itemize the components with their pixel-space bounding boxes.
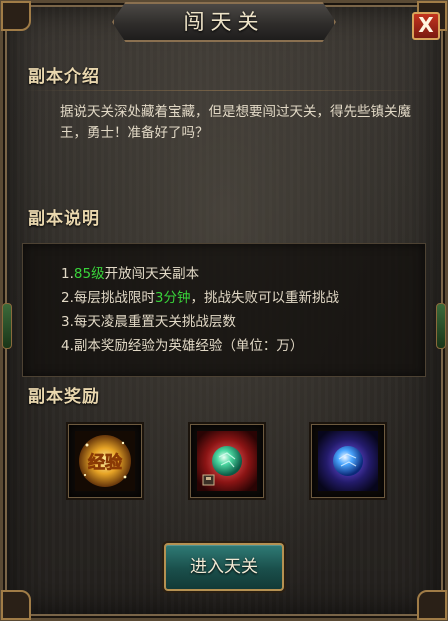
rule-highlight: 3分钟 [154, 290, 191, 306]
rule-text: ，挑战失败可以重新挑战 [190, 290, 339, 306]
rules-heading: 副本说明 [28, 209, 100, 229]
frame-corner [417, 590, 447, 620]
frame-gem [2, 303, 12, 349]
intro-text: 据说天关深处藏着宝藏，但是想要闯过天关，得先些镇关魔王，勇士！准备好了吗？ [60, 104, 411, 141]
frame-gem [436, 303, 446, 349]
frame-corner [1, 1, 31, 31]
green-orb-icon [197, 431, 257, 491]
intro-heading: 副本介绍 [28, 67, 100, 87]
rule-text: 副本奖励经验为英雄经验（单位：万） [73, 338, 304, 354]
reward-slot-exp[interactable]: 经验 [68, 424, 142, 498]
rule-number: 4. [61, 338, 74, 354]
exp-scroll-icon: 经验 [75, 431, 135, 491]
rule-text: 开放闯天关副本 [104, 266, 200, 282]
reward-slot-green-orb[interactable] [190, 424, 264, 498]
divider [20, 90, 428, 91]
window-title: 闯天关 [183, 10, 265, 34]
rule-item: 1.85级开放闯天关副本 [61, 262, 199, 282]
reward-slot-blue-orb[interactable] [311, 424, 385, 498]
rules-box: 1.85级开放闯天关副本 2.每层挑战限时3分钟，挑战失败可以重新挑战 3.每天… [22, 243, 426, 377]
rewards-heading: 副本奖励 [28, 387, 100, 407]
rule-highlight: 85级 [73, 266, 105, 282]
rule-number: 1. [61, 266, 74, 282]
close-button[interactable]: X [412, 12, 440, 40]
rule-number: 2. [61, 290, 74, 306]
enter-dungeon-button[interactable]: 进入天关 [164, 543, 284, 591]
frame-corner [1, 590, 31, 620]
rule-text: 每天凌晨重置天关挑战层数 [73, 314, 236, 330]
rule-item: 4.副本奖励经验为英雄经验（单位：万） [61, 334, 303, 354]
rule-number: 3. [61, 314, 74, 330]
rule-item: 3.每天凌晨重置天关挑战层数 [61, 310, 236, 330]
rule-item: 2.每层挑战限时3分钟，挑战失败可以重新挑战 [61, 286, 339, 306]
rule-text: 每层挑战限时 [73, 290, 155, 306]
blue-orb-icon [318, 431, 378, 491]
exp-label: 经验 [88, 452, 123, 473]
